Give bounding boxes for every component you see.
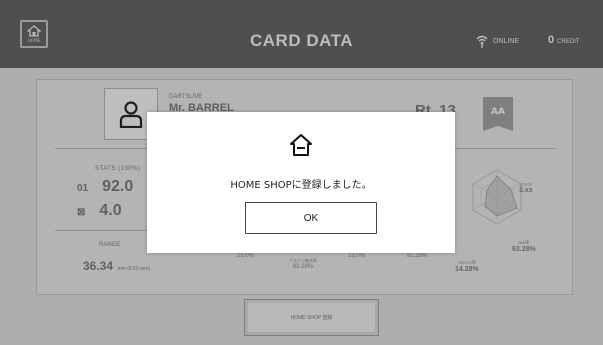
dialog-message: HOME SHOPに登録しました。 (230, 180, 372, 191)
ok-button[interactable]: OK (245, 202, 377, 234)
credit-label: CREDIT (557, 39, 580, 45)
online-status: ONLINE (476, 34, 519, 48)
card-data-screen: HOME CARD DATA ONLINE 0 CREDIT DARTSLIVE (0, 0, 603, 345)
wifi-icon (476, 35, 488, 48)
top-bar: HOME CARD DATA ONLINE 0 CREDIT (0, 0, 603, 68)
credit-count: 0 (548, 34, 555, 46)
credit-display: 0 CREDIT (548, 34, 579, 46)
confirmation-dialog: HOME SHOPに登録しました。 OK (147, 112, 455, 253)
online-label: ONLINE (493, 37, 520, 45)
home-icon (290, 134, 312, 156)
